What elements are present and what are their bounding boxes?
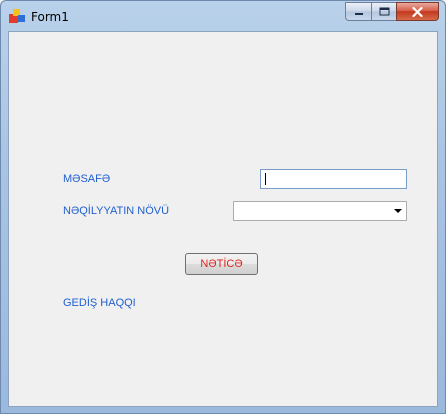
form1-window: Form1 MƏSAFƏ NƏQİLYYATIN NÖVÜ NƏTİCƏ GED… (0, 0, 446, 414)
result-button[interactable]: NƏTİCƏ (185, 253, 258, 275)
chevron-down-icon[interactable] (394, 209, 402, 213)
close-button[interactable] (396, 2, 439, 21)
distance-input[interactable] (260, 169, 407, 189)
title-bar[interactable]: Form1 (1, 1, 445, 31)
maximize-icon (379, 7, 389, 16)
transport-type-label: NƏQİLYYATIN NÖVÜ (63, 205, 170, 217)
caption-buttons (345, 2, 439, 21)
transport-type-combobox[interactable] (233, 201, 407, 221)
minimize-button[interactable] (345, 2, 371, 21)
app-icon (9, 9, 25, 23)
distance-label: MƏSAFƏ (63, 173, 111, 185)
window-title: Form1 (31, 10, 69, 24)
minimize-icon (354, 12, 363, 15)
close-icon (412, 6, 423, 17)
text-caret (265, 173, 266, 185)
form-client-area: MƏSAFƏ NƏQİLYYATIN NÖVÜ NƏTİCƏ GEDİŞ HAQ… (8, 31, 438, 407)
maximize-button[interactable] (371, 2, 396, 21)
fare-label: GEDİŞ HAQQI (63, 297, 136, 309)
